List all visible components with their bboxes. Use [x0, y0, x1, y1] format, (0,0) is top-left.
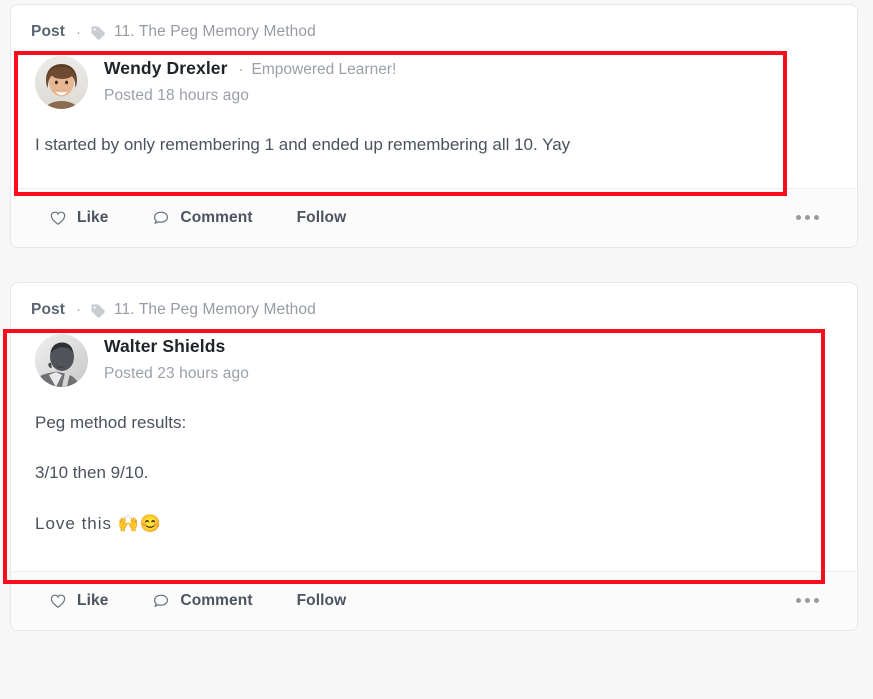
post-kind-label: Post	[31, 23, 65, 41]
post-actions-bar: Like Comment Follow	[11, 570, 857, 630]
comment-button[interactable]: Comment	[152, 591, 253, 610]
header-separator: ·	[76, 23, 81, 41]
comment-bubble-icon	[152, 209, 170, 227]
post-text: I started by only remembering 1 and ende…	[11, 133, 857, 158]
heart-icon	[49, 209, 67, 227]
author-name[interactable]: Wendy Drexler	[104, 58, 228, 79]
avatar[interactable]	[35, 333, 88, 387]
author-row: Walter Shields Posted 23 hours ago	[11, 333, 857, 387]
post-tag-label[interactable]: 11. The Peg Memory Method	[114, 24, 316, 40]
comment-button[interactable]: Comment	[152, 208, 253, 227]
like-label: Like	[77, 591, 109, 609]
post-timestamp: Posted 23 hours ago	[104, 364, 249, 382]
header-separator: ·	[76, 301, 81, 319]
author-name-line: Wendy Drexler · Empowered Learner!	[104, 58, 396, 79]
post-text: Peg method results: 3/10 then 9/10. Love…	[11, 411, 857, 537]
post-header: Post · 11. The Peg Memory Method	[11, 5, 857, 56]
ellipsis-icon[interactable]	[796, 215, 835, 221]
ellipsis-dot	[796, 215, 801, 221]
follow-button[interactable]: Follow	[297, 209, 347, 227]
post-paragraph: I started by only remembering 1 and ende…	[35, 135, 571, 154]
author-meta: Wendy Drexler · Empowered Learner! Poste…	[104, 56, 396, 105]
post-actions-bar: Like Comment Follow	[11, 187, 857, 247]
follow-label: Follow	[296, 591, 347, 609]
author-separator: ·	[238, 61, 244, 78]
post-paragraph: Peg method results:	[35, 412, 187, 432]
ellipsis-dot	[814, 215, 819, 221]
ellipsis-dot	[814, 598, 819, 604]
author-meta: Walter Shields Posted 23 hours ago	[104, 334, 249, 383]
follow-button[interactable]: Follow	[297, 592, 347, 610]
post-paragraph: Love this 🙌😊	[35, 513, 163, 533]
comment-label: Comment	[180, 208, 253, 226]
like-button[interactable]: Like	[49, 209, 108, 227]
heart-icon	[49, 592, 67, 610]
like-button[interactable]: Like	[49, 592, 108, 610]
tag-icon	[90, 303, 106, 319]
post-kind-label: Post	[31, 300, 65, 318]
tag-icon	[90, 25, 106, 41]
ellipsis-icon[interactable]	[796, 598, 835, 604]
ellipsis-dot	[805, 598, 810, 604]
ellipsis-dot	[805, 215, 810, 221]
author-name-line: Walter Shields	[104, 336, 249, 357]
author-badge: Empowered Learner!	[251, 61, 397, 78]
author-name[interactable]: Walter Shields	[104, 336, 225, 357]
post-header: Post · 11. The Peg Memory Method	[11, 283, 857, 334]
post-card: Post · 11. The Peg Memory Method	[3, 281, 858, 631]
post-body: Walter Shields Posted 23 hours ago Peg m…	[3, 328, 857, 584]
author-row: Wendy Drexler · Empowered Learner! Poste…	[11, 56, 857, 109]
post-tag-label[interactable]: 11. The Peg Memory Method	[114, 302, 316, 318]
post-paragraph: 3/10 then 9/10.	[35, 463, 149, 483]
ellipsis-dot	[796, 598, 801, 604]
post-body: Wendy Drexler · Empowered Learner! Poste…	[11, 51, 857, 196]
post-timestamp: Posted 18 hours ago	[104, 87, 249, 104]
avatar[interactable]	[35, 56, 88, 109]
post-card: Post · 11. The Peg Memory Method	[10, 4, 858, 248]
post-feed: Post · 11. The Peg Memory Method Wendy D…	[3, 4, 858, 631]
follow-label: Follow	[296, 208, 347, 226]
comment-label: Comment	[180, 591, 253, 609]
comment-bubble-icon	[152, 592, 170, 610]
like-label: Like	[77, 208, 109, 226]
